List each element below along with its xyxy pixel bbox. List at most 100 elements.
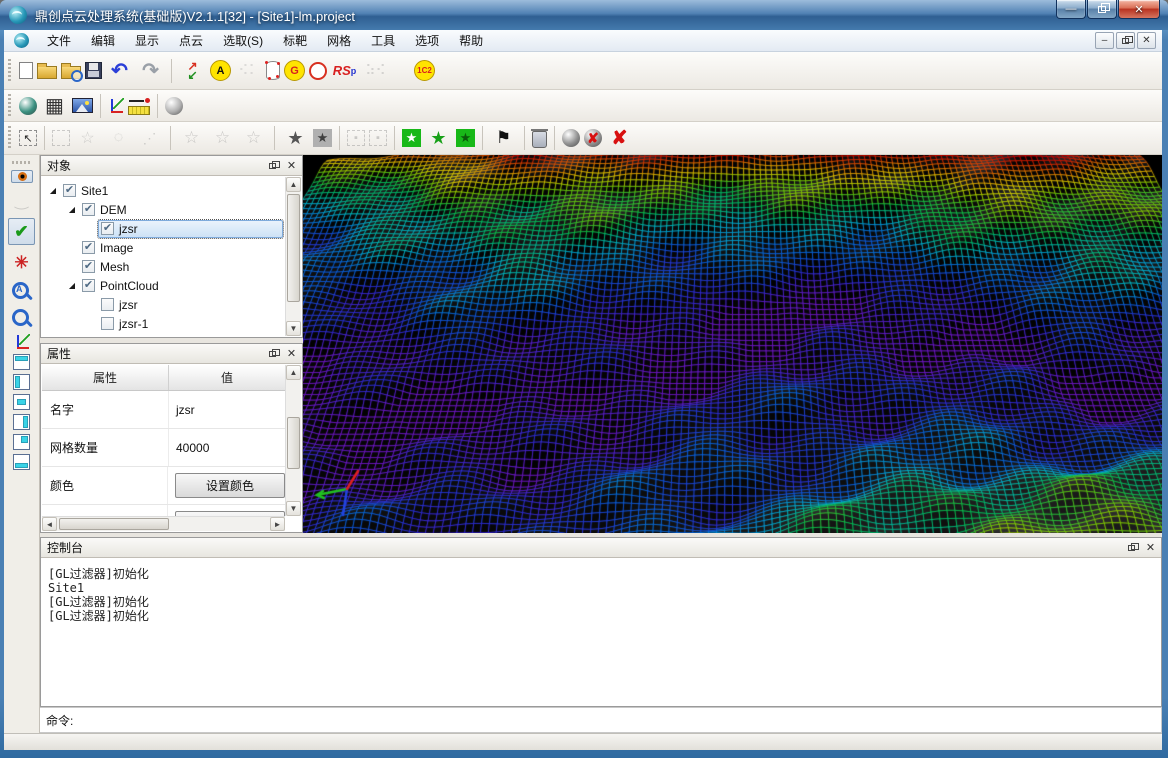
properties-close-button[interactable]: ✕	[283, 346, 300, 361]
view-cube-front-button[interactable]	[13, 394, 30, 410]
view-cube-top-button[interactable]	[13, 354, 30, 370]
view-cube-bottom-button[interactable]	[13, 454, 30, 470]
open-file-button[interactable]	[37, 66, 57, 79]
axes-xyz-button[interactable]	[108, 98, 124, 114]
scatter-fit-button[interactable]: ⠵⠪	[362, 57, 389, 84]
tree-node-Site1[interactable]: ◢✔Site1	[42, 181, 285, 200]
label-a-button[interactable]: A	[210, 60, 231, 81]
axis-triad-button[interactable]	[14, 334, 30, 350]
tree-node-jzsr-1[interactable]: jzsr-1	[42, 314, 285, 333]
select-polygon-button[interactable]: ☆	[74, 125, 101, 152]
select-star-button[interactable]: ★	[282, 125, 309, 152]
checkbox-DEM[interactable]: ✔	[82, 203, 95, 216]
checkbox-Image[interactable]: ✔	[82, 241, 95, 254]
view-cube-left-button[interactable]	[13, 374, 30, 390]
pointcloud-dots-button[interactable]: ⠪⠅	[235, 57, 262, 84]
tree-node-jzsr[interactable]: ✔jzsr	[42, 219, 285, 238]
checkbox-jzsr-1[interactable]	[101, 317, 114, 330]
region-box-button[interactable]: ▪	[369, 130, 387, 146]
maximize-button[interactable]	[1087, 0, 1117, 19]
select-add-star-button[interactable]: ☆	[178, 125, 205, 152]
tree-node-PointCloud[interactable]: ◢✔PointCloud	[42, 276, 285, 295]
clip-grid-button[interactable]: ★	[456, 129, 475, 147]
console-output[interactable]: [GL过滤器]初始化Site1[GL过滤器]初始化[GL过滤器]初始化	[42, 559, 1160, 705]
sphere-view-button[interactable]	[562, 129, 580, 147]
zoom-button[interactable]	[10, 307, 33, 330]
objects-close-button[interactable]: ✕	[283, 158, 300, 173]
circle-o-button[interactable]	[309, 62, 327, 80]
visibility-button[interactable]	[11, 170, 33, 183]
expander-icon[interactable]: ◢	[65, 205, 79, 214]
checkbox-Site1[interactable]: ✔	[63, 184, 76, 197]
properties-scrollbar-vertical[interactable]: ▲ ▼	[285, 365, 301, 516]
scroll-up-icon[interactable]: ▲	[286, 365, 301, 380]
menu-item-编辑[interactable]: 编辑	[81, 30, 125, 51]
open-project-button[interactable]	[61, 66, 81, 79]
menu-item-选取(S)[interactable]: 选取(S)	[213, 30, 273, 51]
measure-button[interactable]	[128, 106, 150, 115]
checkbox-Mesh[interactable]: ✔	[82, 260, 95, 273]
console-float-button[interactable]	[1123, 540, 1140, 555]
select-lasso-button[interactable]: ◌	[105, 125, 132, 152]
set-color-button[interactable]: 设置颜色	[175, 473, 285, 498]
save-button[interactable]	[85, 62, 102, 79]
scroll-down-icon[interactable]: ▼	[286, 321, 301, 336]
select-star-box-button[interactable]: ★	[313, 129, 332, 147]
tree-node-DEM[interactable]: ◢✔DEM	[42, 200, 285, 219]
menu-item-点云[interactable]: 点云	[169, 30, 213, 51]
select-subtract-star-button[interactable]: ☆	[209, 125, 236, 152]
tree-scrollbar[interactable]: ▲ ▼	[285, 177, 301, 336]
grid-table-button[interactable]: ▦	[41, 92, 68, 119]
image-view-button[interactable]	[72, 98, 93, 113]
mdi-minimize-button[interactable]: –	[1095, 32, 1114, 49]
expander-icon[interactable]: ◢	[65, 281, 79, 290]
rsp-button[interactable]: RSp	[331, 57, 358, 84]
select-intersect-star-button[interactable]: ☆	[240, 125, 267, 152]
tree-node-jzsr[interactable]: jzsr	[42, 295, 285, 314]
properties-scroll-thumb[interactable]	[287, 417, 300, 469]
mark-flag-button[interactable]: ⚑	[490, 125, 517, 152]
select-rect-button[interactable]	[52, 130, 70, 146]
scroll-right-icon[interactable]: ►	[270, 517, 285, 531]
scroll-down-icon[interactable]: ▼	[286, 501, 301, 516]
clip-inside-button[interactable]: ★	[402, 129, 421, 147]
undo-button[interactable]: ↶	[106, 57, 133, 84]
menu-item-标靶[interactable]: 标靶	[273, 30, 317, 51]
delete-selection-button[interactable]	[532, 131, 547, 148]
circle-g-button[interactable]: G	[284, 60, 305, 81]
checkbox-jzsr[interactable]: ✔	[101, 222, 114, 235]
menu-item-选项[interactable]: 选项	[405, 30, 449, 51]
menu-item-文件[interactable]: 文件	[37, 30, 81, 51]
menu-item-工具[interactable]: 工具	[361, 30, 405, 51]
tree-node-Mesh[interactable]: ✔Mesh	[42, 257, 285, 276]
properties-hscroll-thumb[interactable]	[59, 518, 169, 530]
terrain-mesh-canvas[interactable]	[303, 155, 1162, 533]
console-close-button[interactable]: ✕	[1142, 540, 1159, 555]
accept-button[interactable]: ✔	[8, 218, 35, 245]
color-grid-button[interactable]	[393, 57, 410, 84]
minimize-button[interactable]: —	[1056, 0, 1086, 19]
redo-button[interactable]: ↷	[137, 57, 164, 84]
expander-icon[interactable]: ◢	[46, 186, 60, 195]
view-cube-right-button[interactable]	[13, 414, 30, 430]
menu-item-网格[interactable]: 网格	[317, 30, 361, 51]
cylinder-fit-button[interactable]	[266, 61, 280, 80]
curve-button[interactable]: ‿	[8, 187, 35, 214]
objects-float-button[interactable]	[264, 158, 281, 173]
delete-all-button[interactable]: ✘	[606, 125, 633, 152]
mdi-restore-button[interactable]	[1116, 32, 1135, 49]
zoom-all-button[interactable]: A	[10, 280, 33, 303]
combine-1c2-button[interactable]: 1C2	[414, 60, 435, 81]
close-button[interactable]: ✕	[1118, 0, 1160, 19]
checkbox-jzsr[interactable]	[101, 298, 114, 311]
view-cube-back-button[interactable]	[13, 434, 30, 450]
menu-item-帮助[interactable]: 帮助	[449, 30, 493, 51]
sphere-delete-button[interactable]: ✘	[584, 129, 602, 147]
select-point-button[interactable]: ⋰	[136, 125, 163, 152]
properties-scrollbar-horizontal[interactable]: ◄ ►	[42, 516, 285, 531]
registration-button[interactable]: ↗↙	[179, 57, 206, 84]
globe-button[interactable]	[19, 97, 37, 115]
checkbox-PointCloud[interactable]: ✔	[82, 279, 95, 292]
reject-button[interactable]: ✳	[8, 249, 35, 276]
command-bar[interactable]: 命令:	[40, 707, 1162, 733]
